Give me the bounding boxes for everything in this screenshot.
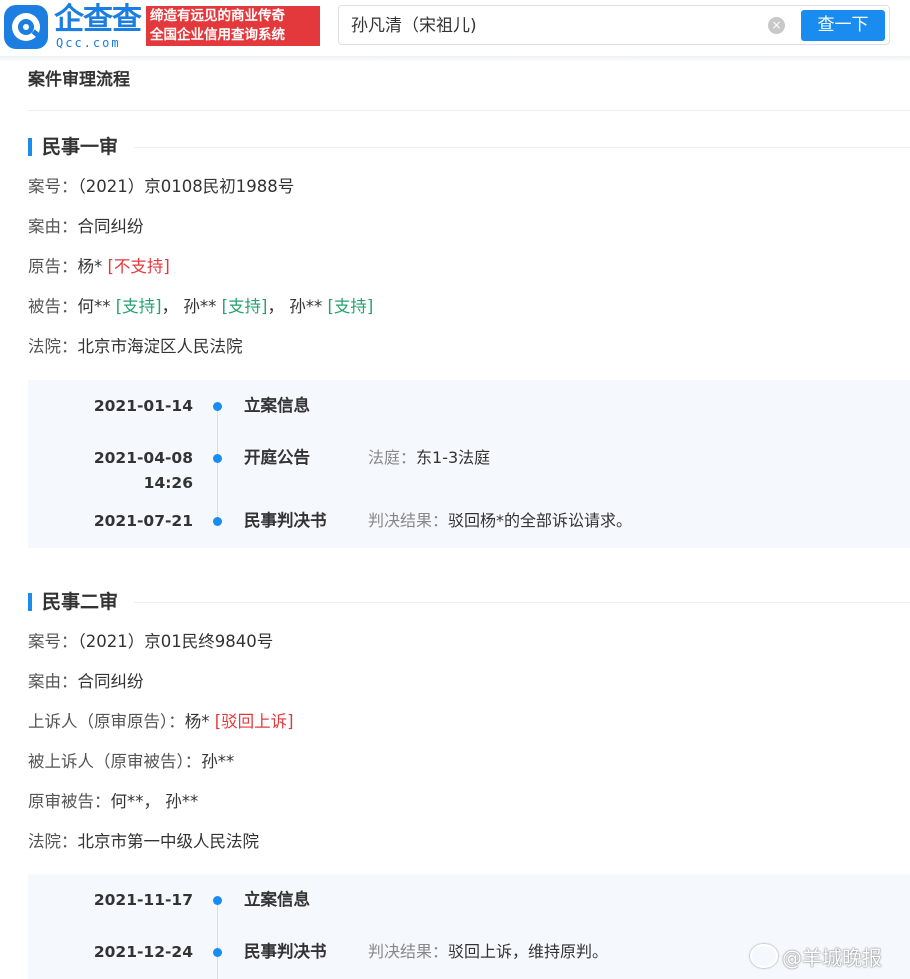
top-header: 企查查 Qcc.com 缔造有远见的商业传奇 全国企业信用查询系统 孙凡清（宋祖…: [0, 0, 910, 56]
timeline-date: 2021-01-14: [93, 397, 193, 415]
panel-divider: [28, 110, 910, 111]
detail-value: 驳回杨*的全部诉讼请求。: [448, 511, 633, 530]
separator: ，: [267, 297, 285, 316]
plaintiff-name[interactable]: 杨*: [78, 257, 103, 276]
search-query-text[interactable]: 孙凡清（宋祖儿): [351, 15, 477, 37]
appellant-row: 上诉人（原审原告）：杨* [驳回上诉]: [28, 711, 294, 733]
plaintiff-verdict-tag: [不支持]: [107, 257, 170, 276]
timeline-event-title[interactable]: 开庭公告: [244, 446, 310, 470]
defendant-verdict-tag: [支持]: [221, 297, 268, 316]
defendant-row: 被告：何** [支持]， 孙** [支持]， 孙** [支持]: [28, 296, 373, 318]
defendant-name[interactable]: 孙**: [289, 297, 322, 316]
appellant-name[interactable]: 杨*: [185, 712, 210, 731]
timeline-line: [217, 406, 218, 520]
section-accent-bar: [28, 593, 32, 611]
section-title: 民事二审: [42, 591, 119, 613]
timeline-event-detail: 判决结果：驳回杨*的全部诉讼请求。: [368, 509, 632, 533]
original-defendant-row: 原审被告：何**， 孙**: [28, 791, 198, 813]
timeline-first-trial: 2021-01-14 立案信息 2021-04-08 14:26 开庭公告 法庭…: [28, 380, 910, 548]
case-number-row: 案号：（2021）京01民终9840号: [28, 631, 273, 653]
case-number-row: 案号：（2021）京0108民初1988号: [28, 176, 294, 198]
original-defendant-label: 原审被告：: [28, 792, 111, 811]
timeline-dot-icon: [213, 517, 222, 526]
cause-label: 案由：: [28, 672, 78, 691]
cause-row: 案由：合同纠纷: [28, 216, 144, 238]
qcc-logo-icon[interactable]: [4, 5, 48, 49]
appellee-row: 被上诉人（原审被告）：孙**: [28, 751, 234, 773]
timeline-line: [217, 900, 218, 979]
defendant-verdict-tag: [支持]: [115, 297, 162, 316]
watermark: @羊城晚报: [750, 944, 882, 971]
watermark-text: @羊城晚报: [782, 946, 882, 970]
court-value[interactable]: 北京市海淀区人民法院: [78, 337, 243, 356]
search-button[interactable]: 查一下: [801, 10, 885, 41]
timeline-event-title[interactable]: 立案信息: [244, 394, 310, 418]
cause-row: 案由：合同纠纷: [28, 671, 144, 693]
timeline-dot-icon: [213, 454, 222, 463]
timeline-dot-icon: [213, 948, 222, 957]
detail-value: 驳回上诉，维持原判。: [448, 942, 609, 961]
panel-title: 案件审理流程: [28, 70, 130, 90]
search-input[interactable]: 孙凡清（宋祖儿) × 查一下: [338, 5, 890, 45]
clear-icon[interactable]: ×: [768, 17, 785, 34]
timeline-event-title[interactable]: 民事判决书: [244, 509, 327, 533]
appellee-label: 被上诉人（原审被告）：: [28, 752, 202, 771]
timeline-dot-icon: [213, 896, 222, 905]
slogan-banner: 缔造有远见的商业传奇 全国企业信用查询系统: [146, 6, 320, 46]
slogan-line-1: 缔造有远见的商业传奇: [150, 8, 285, 24]
section-title: 民事一审: [42, 136, 119, 158]
timeline-date: 2021-11-17: [93, 891, 193, 909]
timeline-event-detail: 法庭：东1-3法庭: [368, 446, 490, 470]
cause-label: 案由：: [28, 217, 78, 236]
appellee-name[interactable]: 孙**: [201, 752, 234, 771]
detail-label: 判决结果：: [368, 942, 449, 961]
timeline-event-detail: 判决结果：驳回上诉，维持原判。: [368, 940, 608, 964]
detail-value: 东1-3法庭: [416, 448, 491, 467]
defendant-name[interactable]: 何**: [78, 297, 111, 316]
header-shadow: [0, 56, 910, 62]
timeline-time: 14:26: [143, 474, 193, 492]
plaintiff-row: 原告：杨* [不支持]: [28, 256, 170, 278]
slogan-line-2: 全国企业信用查询系统: [150, 27, 285, 43]
cause-value: 合同纠纷: [77, 217, 144, 236]
defendant-verdict-tag: [支持]: [327, 297, 374, 316]
case-number-value: （2021）京01民终9840号: [77, 632, 274, 651]
detail-label: 法庭：: [368, 448, 417, 467]
timeline-dot-icon: [213, 402, 222, 411]
timeline-event-title[interactable]: 民事判决书: [244, 940, 327, 964]
original-defendant-names[interactable]: 何**， 孙**: [111, 792, 199, 811]
timeline-date: 2021-04-08: [93, 449, 193, 467]
court-value[interactable]: 北京市第一中级人民法院: [78, 832, 260, 851]
court-label: 法院：: [28, 337, 78, 356]
plaintiff-label: 原告：: [28, 257, 78, 276]
appellant-verdict-tag: [驳回上诉]: [214, 712, 294, 731]
logo-domain: Qcc.com: [56, 36, 121, 50]
section-accent-bar: [28, 138, 32, 156]
defendant-name[interactable]: 孙**: [183, 297, 216, 316]
case-number-value: （2021）京0108民初1988号: [77, 177, 295, 196]
case-number-label: 案号：: [28, 177, 78, 196]
defendant-label: 被告：: [28, 297, 78, 316]
timeline-date: 2021-12-24: [93, 943, 193, 961]
cause-value: 合同纠纷: [77, 672, 144, 691]
logo-text[interactable]: 企查查: [54, 2, 142, 38]
weibo-icon: [750, 944, 778, 968]
case-number-label: 案号：: [28, 632, 78, 651]
section-line: [134, 147, 910, 148]
section-line: [134, 602, 910, 603]
timeline-date: 2021-07-21: [93, 512, 193, 530]
court-label: 法院：: [28, 832, 78, 851]
appellant-label: 上诉人（原审原告）：: [28, 712, 185, 731]
detail-label: 判决结果：: [368, 511, 449, 530]
court-row: 法院：北京市海淀区人民法院: [28, 336, 243, 358]
timeline-event-title[interactable]: 立案信息: [244, 888, 310, 912]
court-row: 法院：北京市第一中级人民法院: [28, 831, 259, 853]
separator: ，: [161, 297, 179, 316]
